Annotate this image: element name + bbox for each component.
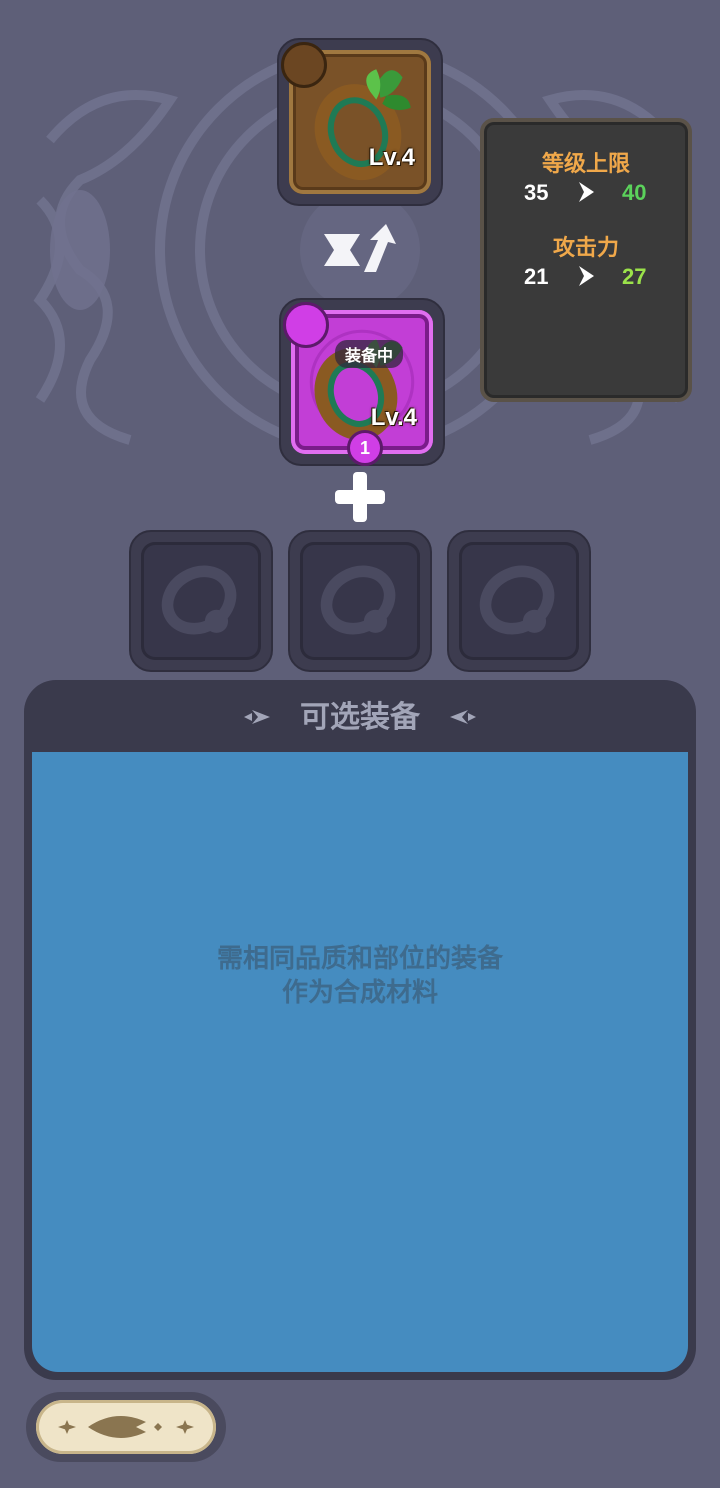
equipped-item-slot[interactable]: 装备中 Lv.4 1 xyxy=(279,298,445,466)
level-cap-new: 40 xyxy=(622,180,647,205)
count-badge: 1 xyxy=(347,430,383,466)
material-slot-1[interactable] xyxy=(129,530,273,672)
result-item-slot[interactable]: Lv.4 xyxy=(277,38,443,206)
upgrade-arrow-icon xyxy=(324,224,396,272)
right-flourish-icon xyxy=(450,710,476,724)
material-slot-2[interactable] xyxy=(288,530,432,672)
attack-new: 27 xyxy=(622,264,647,289)
chevron-right-icon xyxy=(579,182,594,202)
equipped-tag: 装备中 xyxy=(335,340,404,368)
material-slot-3[interactable] xyxy=(447,530,591,672)
ring-placeholder-icon xyxy=(320,565,396,635)
empty-hint: 需相同品质和部位的装备 作为合成材料 xyxy=(32,942,688,1010)
level-cap-row: 35 40 xyxy=(484,180,688,210)
available-equipment-panel: 可选装备 需相同品质和部位的装备 作为合成材料 xyxy=(24,680,696,1380)
bottom-filter-button[interactable] xyxy=(26,1392,226,1462)
hint-line-1: 需相同品质和部位的装备 xyxy=(216,944,503,974)
bottom-button-face xyxy=(36,1400,216,1454)
ring-placeholder-icon xyxy=(161,565,237,635)
stats-panel: 等级上限 35 40 攻击力 21 27 xyxy=(480,118,692,402)
ornament-icon xyxy=(58,1416,194,1438)
hint-line-2: 作为合成材料 xyxy=(281,978,438,1008)
level-cap-old: 35 xyxy=(524,180,549,205)
result-item-level: Lv.4 xyxy=(368,144,415,171)
material-slot-frame xyxy=(459,542,579,660)
result-item-frame: Lv.4 xyxy=(281,42,431,194)
chevron-right-icon xyxy=(579,266,594,286)
rarity-badge xyxy=(281,42,327,88)
attack-row: 21 27 xyxy=(484,264,688,294)
rarity-badge xyxy=(283,302,329,348)
ring-placeholder-icon xyxy=(479,565,555,635)
equipment-list-area[interactable]: 需相同品质和部位的装备 作为合成材料 xyxy=(32,752,688,1372)
panel-title: 可选装备 xyxy=(300,700,420,735)
equipped-item-level: Lv.4 xyxy=(370,404,417,431)
attack-label: 攻击力 xyxy=(552,236,619,261)
material-slot-frame xyxy=(300,542,420,660)
plus-icon xyxy=(335,472,385,522)
level-cap-label: 等级上限 xyxy=(541,152,630,177)
material-slot-frame xyxy=(141,542,261,660)
attack-old: 21 xyxy=(524,264,549,289)
